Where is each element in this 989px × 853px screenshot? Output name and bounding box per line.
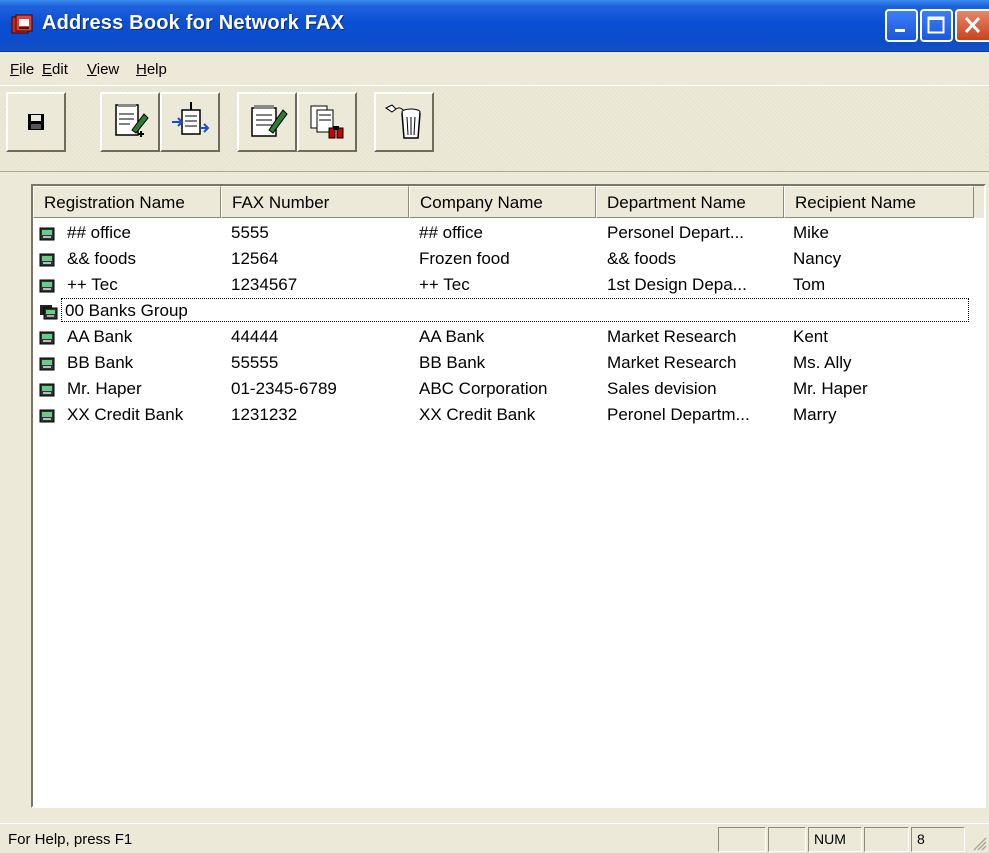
close-icon <box>964 16 981 34</box>
toolbar-area <box>0 85 989 172</box>
cell-recipient-name: Nancy <box>793 249 842 268</box>
table-row[interactable]: AA Bank 44444 AA Bank Market Research Kent <box>33 324 984 350</box>
menu-help[interactable]: Help <box>136 61 167 78</box>
fax-contact-icon <box>39 357 55 371</box>
column-company-name[interactable]: Company Name <box>409 186 596 218</box>
cell-department-name: && foods <box>607 249 676 268</box>
cell-department-name: 1st Design Depa... <box>607 275 747 294</box>
table-row[interactable]: && foods 12564 Frozen food && foods Nancy <box>33 246 984 272</box>
cell-fax-number: 12564 <box>231 249 279 268</box>
cell-department-name: Market Research <box>607 327 737 346</box>
list-header: Registration Name FAX Number Company Nam… <box>33 186 984 218</box>
title-bar[interactable]: Address Book for Network FAX <box>0 0 989 52</box>
cell-fax-number: 55555 <box>231 353 279 372</box>
cell-registration-name: ## office <box>67 223 131 242</box>
menu-edit[interactable]: Edit <box>42 61 68 78</box>
group-fax-icon <box>40 305 58 320</box>
column-registration-name[interactable]: Registration Name <box>33 186 221 218</box>
cell-fax-number: 5555 <box>231 223 269 242</box>
cell-fax-number: 01-2345-6789 <box>231 379 337 398</box>
table-row[interactable]: ++ Tec 1234567 ++ Tec 1st Design Depa... Tom <box>33 272 984 298</box>
status-pane-1 <box>718 827 766 852</box>
status-pane-num: NUM <box>808 827 862 852</box>
new-group-icon <box>251 105 288 137</box>
table-row[interactable]: BB Bank 55555 BB Bank Market Research Ms. Al… <box>33 350 984 376</box>
status-pane-4 <box>864 827 909 852</box>
fax-address-book-app-icon[interactable] <box>10 13 34 37</box>
cell-registration-name: ++ Tec <box>67 275 118 294</box>
new-group-button[interactable] <box>237 92 297 152</box>
search-icon <box>310 105 344 139</box>
cell-department-name: Peronel Departm... <box>607 405 750 424</box>
minimize-icon <box>895 29 905 32</box>
save-button[interactable] <box>6 92 66 152</box>
cell-recipient-name: Mr. Haper <box>793 379 868 398</box>
fax-contact-icon <box>39 331 55 345</box>
menu-view[interactable]: View <box>87 61 119 78</box>
delete-button[interactable] <box>374 92 434 152</box>
new-entry-icon <box>115 104 149 137</box>
status-pane-count: 8 <box>911 827 965 852</box>
fax-contact-icon <box>39 253 55 267</box>
maximize-button[interactable] <box>920 9 953 42</box>
cell-registration-name: Mr. Haper <box>67 379 142 398</box>
cell-company-name: Frozen food <box>419 249 510 268</box>
cell-fax-number: 1231232 <box>231 405 298 424</box>
cell-company-name: ABC Corporation <box>419 379 548 398</box>
cell-recipient-name: Mike <box>793 223 829 242</box>
cell-company-name: BB Bank <box>419 353 486 372</box>
cell-company-name: XX Credit Bank <box>419 405 536 424</box>
table-row[interactable]: ## office 5555 ## office Personel Depart...… <box>33 220 984 246</box>
cell-department-name: Personel Depart... <box>607 223 745 242</box>
column-recipient-name[interactable]: Recipient Name <box>784 186 974 218</box>
menu-file[interactable]: File <box>10 61 34 78</box>
cell-department-name: Sales devision <box>607 379 717 398</box>
table-row[interactable]: XX Credit Bank 1231232 XX Credit Bank Peron… <box>33 402 984 428</box>
focus-rectangle <box>61 298 969 322</box>
save-icon <box>28 114 44 130</box>
group-row[interactable]: 00 Banks Group <box>33 298 984 324</box>
fax-contact-icon <box>39 383 55 397</box>
new-entry-button[interactable] <box>100 92 160 152</box>
cell-recipient-name: Marry <box>793 405 837 424</box>
cell-registration-name: && foods <box>67 249 136 268</box>
close-button[interactable] <box>955 9 989 42</box>
minimize-button[interactable] <box>885 9 918 42</box>
status-help-text: For Help, press F1 <box>8 831 133 848</box>
table-row[interactable]: Mr. Haper 01-2345-6789 ABC Corporation Sale… <box>33 376 984 402</box>
menu-bar: File Edit View Help <box>0 56 989 84</box>
cell-company-name: ## office <box>419 223 483 242</box>
cell-company-name: AA Bank <box>419 327 485 346</box>
cell-registration-name: XX Credit Bank <box>67 405 184 424</box>
import-button[interactable] <box>160 92 220 152</box>
cell-registration-name: BB Bank <box>67 353 134 372</box>
cell-recipient-name: Tom <box>793 275 826 294</box>
maximize-icon <box>927 16 945 34</box>
fax-contact-icon <box>39 227 55 241</box>
cell-registration-name: 00 Banks Group <box>65 301 188 320</box>
cell-registration-name: AA Bank <box>67 327 133 346</box>
cell-recipient-name: Kent <box>793 327 828 346</box>
cell-fax-number: 44444 <box>231 327 279 346</box>
address-list-view[interactable]: Registration Name FAX Number Company Nam… <box>31 184 986 808</box>
cell-department-name: Market Research <box>607 353 737 372</box>
cell-company-name: ++ Tec <box>419 275 470 294</box>
fax-contact-icon <box>39 279 55 293</box>
cell-fax-number: 1234567 <box>231 275 298 294</box>
import-icon <box>172 102 210 135</box>
cell-recipient-name: Ms. Ally <box>793 353 852 372</box>
search-button[interactable] <box>297 92 357 152</box>
window-title: Address Book for Network FAX <box>42 12 345 34</box>
resize-grip-icon[interactable] <box>971 835 987 851</box>
column-fax-number[interactable]: FAX Number <box>221 186 409 218</box>
column-department-name[interactable]: Department Name <box>596 186 784 218</box>
status-bar: For Help, press F1 NUM 8 <box>0 823 989 853</box>
status-pane-2 <box>768 827 806 852</box>
fax-contact-icon <box>39 409 55 423</box>
trash-icon <box>385 104 421 139</box>
